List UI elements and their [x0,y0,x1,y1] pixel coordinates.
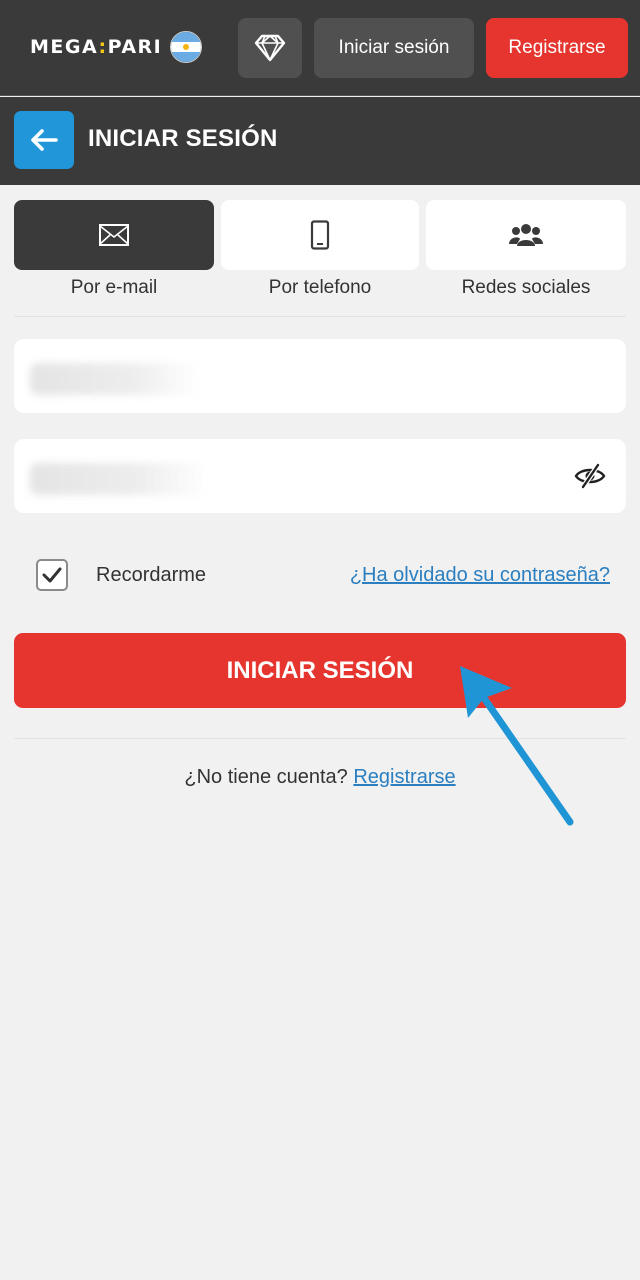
divider [14,316,626,317]
phone-icon [310,220,330,250]
users-icon [509,224,543,246]
remember-checkbox[interactable] [36,559,68,591]
brand-logo[interactable]: MEGA:PARI [30,30,203,64]
eye-slash-icon [574,463,606,489]
page-header: INICIAR SESIÓN [0,97,640,185]
password-field[interactable] [14,439,626,513]
back-button[interactable] [14,111,74,169]
tab-email-label: Por e-mail [70,277,158,298]
top-bar: MEGA:PARI Iniciar sesión Registrarse [0,0,640,96]
logo-text: MEGA:PARI [30,36,163,58]
envelope-icon [99,224,129,246]
diamond-icon [254,34,286,62]
no-account-text: ¿No tiene cuenta? [184,766,348,788]
tab-phone-label: Por telefono [268,277,372,298]
redacted-password-value [30,463,210,495]
page-title: INICIAR SESIÓN [88,125,278,152]
remember-label: Recordarme [96,564,207,586]
arrow-left-icon [31,129,58,151]
toggle-password-button[interactable] [574,461,606,491]
tab-email[interactable] [14,200,214,270]
register-button[interactable]: Registrarse [486,18,628,78]
tab-social-label: Redes sociales [461,277,591,298]
email-field[interactable] [14,339,626,413]
tab-social[interactable] [426,200,626,270]
argentina-flag-icon [170,31,203,63]
annotation-arrow-icon [460,666,574,826]
redacted-email-value [30,363,200,395]
login-button[interactable]: Iniciar sesión [314,18,474,78]
tab-phone[interactable] [221,200,419,270]
checkmark-icon [42,567,62,583]
vip-diamond-button[interactable] [238,18,302,78]
forgot-password-link[interactable]: ¿Ha olvidado su contraseña? [350,564,610,587]
